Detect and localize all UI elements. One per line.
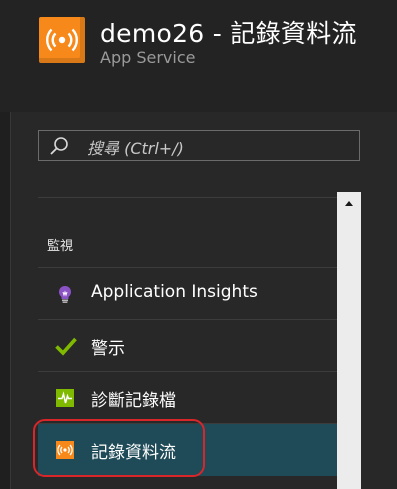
menu-item-label: Application Insights <box>91 282 258 302</box>
vertical-scrollbar[interactable] <box>337 192 361 489</box>
section-label-monitoring: 監視 <box>47 239 74 254</box>
diagnostics-icon <box>55 388 75 408</box>
menu-item-alerts[interactable]: 警示 <box>38 320 337 372</box>
menu-list: 監視 Application Insights 警示 診斷記錄檔 記錄資料流 <box>38 197 337 489</box>
menu-item-label: 記錄資料流 <box>91 443 176 463</box>
menu-item-diagnostics-logs[interactable]: 診斷記錄檔 <box>38 372 337 424</box>
menu-item-label: 警示 <box>91 339 125 359</box>
page-title: demo26 - 記錄資料流 <box>100 19 357 48</box>
checkmark-icon <box>55 336 77 356</box>
divider <box>38 197 337 198</box>
log-stream-icon <box>39 17 85 63</box>
menu-item-log-stream[interactable]: 記錄資料流 <box>38 424 337 476</box>
search-placeholder: 搜尋 (Ctrl+/) <box>87 139 184 158</box>
page-subtitle: App Service <box>100 48 196 67</box>
app-window: demo26 - 記錄資料流 App Service 搜尋 (Ctrl+/) 監… <box>0 0 397 489</box>
log-stream-icon <box>55 440 75 460</box>
blade-header: demo26 - 記錄資料流 App Service <box>0 0 397 112</box>
search-icon <box>49 136 69 160</box>
menu-item-application-insights[interactable]: Application Insights <box>38 268 337 320</box>
lightbulb-icon <box>55 284 75 304</box>
scroll-up-arrow-icon[interactable] <box>337 192 361 214</box>
menu-item-label: 診斷記錄檔 <box>91 391 176 411</box>
search-input[interactable]: 搜尋 (Ctrl+/) <box>38 130 360 161</box>
